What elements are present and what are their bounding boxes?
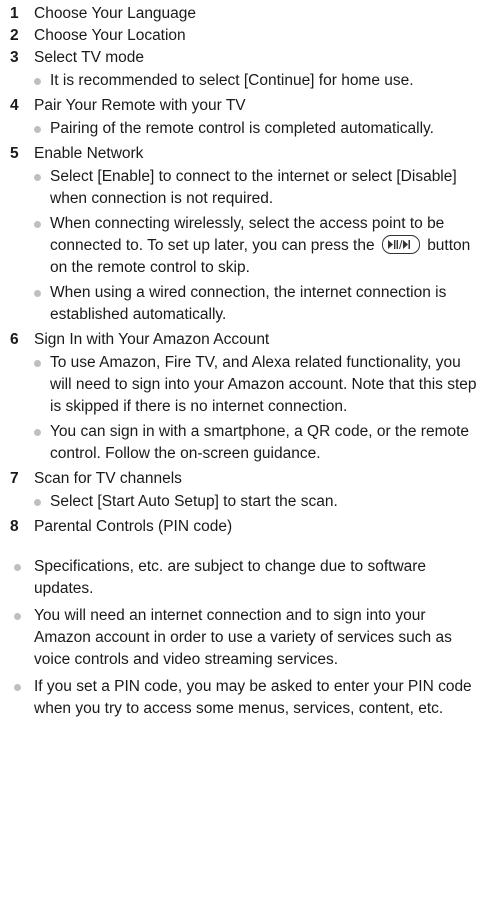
step-title: Choose Your Language [34, 5, 197, 22]
step-6-bullets: To use Amazon, Fire TV, and Alexa relate… [0, 352, 486, 465]
bullet-dot-icon [34, 174, 41, 181]
bullet-text: To use Amazon, Fire TV, and Alexa relate… [50, 354, 477, 415]
bullet-dot-icon [34, 360, 41, 367]
notes-list: Specifications, etc. are subject to chan… [0, 556, 486, 720]
step-3: 3 Select TV mode [10, 47, 486, 69]
note-text: You will need an internet connection and… [34, 607, 452, 668]
bullet-dot-icon [14, 564, 21, 571]
bullet-item: You can sign in with a smartphone, a QR … [34, 421, 478, 465]
step-7: 7 Scan for TV channels [10, 468, 486, 490]
bullet-dot-icon [14, 684, 21, 691]
bullet-dot-icon [34, 78, 41, 85]
bullet-dot-icon [34, 290, 41, 297]
step-number: 7 [10, 470, 19, 487]
bullet-item: Pairing of the remote control is complet… [34, 118, 478, 140]
bullet-text: It is recommended to select [Continue] f… [50, 72, 414, 89]
step-title: Pair Your Remote with your TV [34, 97, 246, 114]
bullet-text: Select [Start Auto Setup] to start the s… [50, 493, 338, 510]
note-item: Specifications, etc. are subject to chan… [14, 556, 476, 600]
step-4: 4 Pair Your Remote with your TV [10, 95, 486, 117]
step-number: 2 [10, 27, 19, 44]
bullet-dot-icon [34, 429, 41, 436]
step-number: 3 [10, 49, 19, 66]
note-item: You will need an internet connection and… [14, 605, 476, 671]
step-number: 4 [10, 97, 19, 114]
bullet-text: You can sign in with a smartphone, a QR … [50, 423, 470, 462]
step-5: 5 Enable Network [10, 143, 486, 165]
note-item: If you set a PIN code, you may be asked … [14, 676, 476, 720]
step-title: Choose Your Location [34, 27, 186, 44]
bullet-dot-icon [34, 126, 41, 133]
step-1: 1 Choose Your Language [10, 3, 486, 25]
step-8: 8 Parental Controls (PIN code) [10, 516, 486, 538]
step-6: 6 Sign In with Your Amazon Account [10, 329, 486, 351]
step-title: Scan for TV channels [34, 470, 182, 487]
bullet-item: It is recommended to select [Continue] f… [34, 70, 478, 92]
note-text: Specifications, etc. are subject to chan… [34, 558, 427, 597]
bullet-text: Select [Enable] to connect to the intern… [50, 168, 457, 207]
setup-steps-document: 1 Choose Your Language 2 Choose Your Loc… [0, 0, 486, 720]
step-7-bullets: Select [Start Auto Setup] to start the s… [0, 491, 486, 513]
bullet-item: When connecting wirelessly, select the a… [34, 213, 478, 279]
note-text: If you set a PIN code, you may be asked … [34, 678, 472, 717]
bullet-item: Select [Enable] to connect to the intern… [34, 166, 478, 210]
step-2: 2 Choose Your Location [10, 25, 486, 47]
bullet-item: To use Amazon, Fire TV, and Alexa relate… [34, 352, 478, 418]
bullet-dot-icon [14, 613, 21, 620]
step-3-bullets: It is recommended to select [Continue] f… [0, 70, 486, 92]
step-5-bullets: Select [Enable] to connect to the intern… [0, 166, 486, 326]
bullet-dot-icon [34, 221, 41, 228]
bullet-item: When using a wired connection, the inter… [34, 282, 478, 326]
step-number: 5 [10, 145, 19, 162]
play-pause-skip-icon [381, 235, 420, 254]
step-title: Sign In with Your Amazon Account [34, 331, 270, 348]
step-number: 6 [10, 331, 19, 348]
step-title: Select TV mode [34, 49, 144, 66]
bullet-text: When using a wired connection, the inter… [50, 284, 447, 323]
step-number: 1 [10, 5, 19, 22]
step-number: 8 [10, 518, 19, 535]
step-4-bullets: Pairing of the remote control is complet… [0, 118, 486, 140]
bullet-text: Pairing of the remote control is complet… [50, 120, 434, 137]
step-title: Enable Network [34, 145, 144, 162]
step-title: Parental Controls (PIN code) [34, 518, 233, 535]
bullet-item: Select [Start Auto Setup] to start the s… [34, 491, 478, 513]
bullet-dot-icon [34, 499, 41, 506]
